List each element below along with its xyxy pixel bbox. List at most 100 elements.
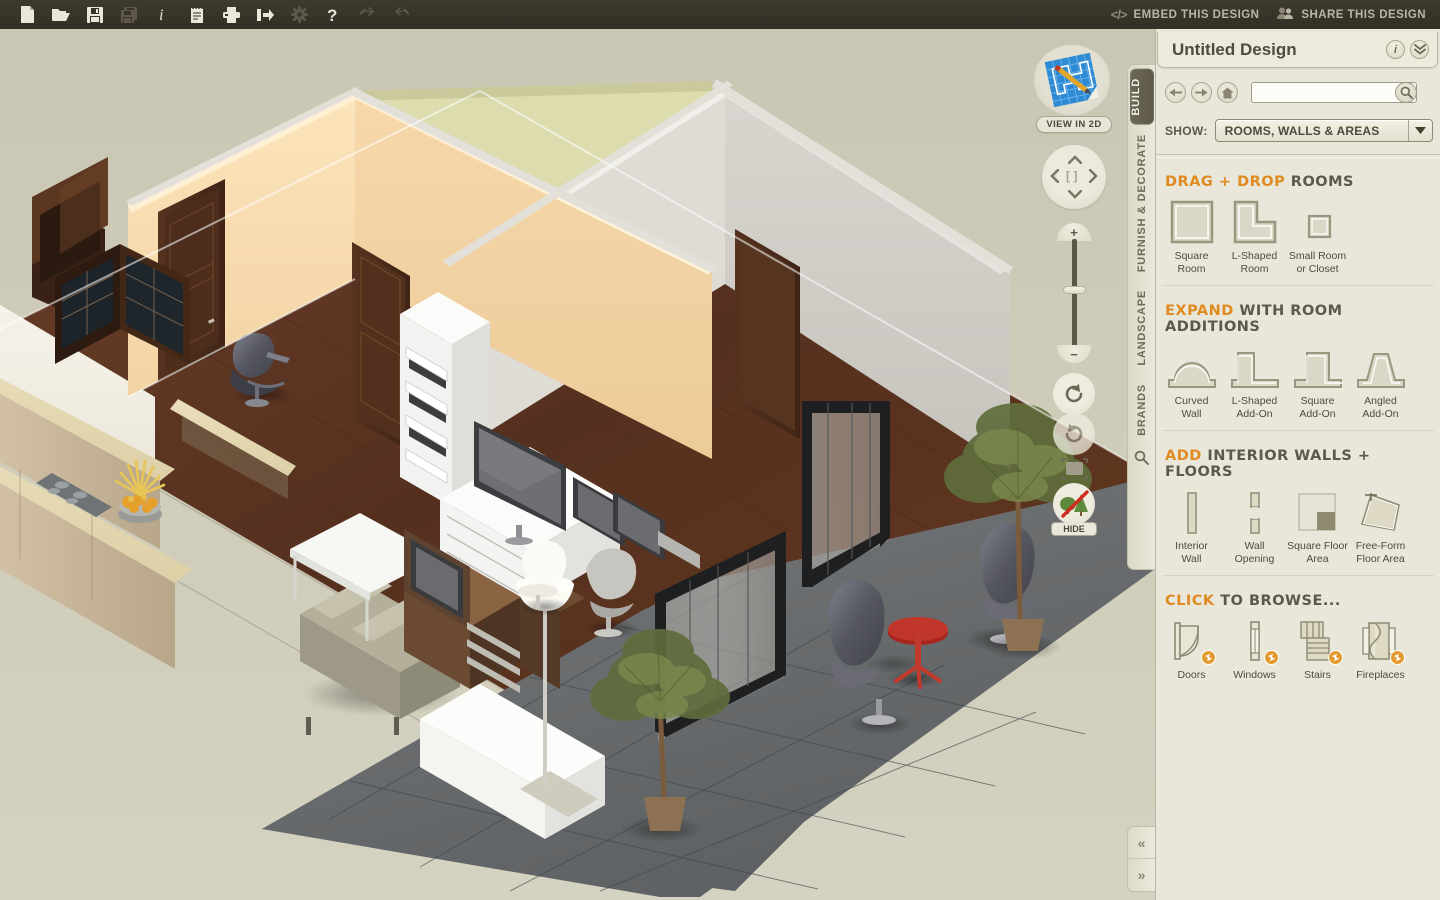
tile-interior-wall[interactable]: Interior Wall <box>1160 489 1223 565</box>
pan-down-icon[interactable] <box>1067 187 1083 202</box>
small-room-icon <box>1295 199 1341 245</box>
show-dropdown-value: ROOMS, WALLS & AREAS <box>1224 123 1380 138</box>
tile-label: Free-Form Floor Area <box>1355 540 1406 565</box>
mode-tab-landscape[interactable]: LANDSCAPE <box>1136 281 1148 375</box>
tile-square-floor-area[interactable]: Square Floor Area <box>1286 489 1349 565</box>
stairs-icon <box>1295 618 1343 665</box>
browse-badge-icon <box>1327 650 1343 665</box>
tile-small-room-closet[interactable]: Small Room or Closet <box>1286 199 1349 275</box>
fireplace-icon <box>1359 618 1405 665</box>
mode-tab-build[interactable]: BUILD <box>1129 69 1154 125</box>
interior-wall-icon <box>1172 489 1212 535</box>
view-in-2d-button[interactable]: VIEW IN 2D <box>1036 116 1112 133</box>
code-icon: </> <box>1110 7 1128 22</box>
browse-badge-icon <box>1263 650 1279 665</box>
show-label: SHOW: <box>1165 123 1208 138</box>
show-dropdown[interactable]: ROOMS, WALLS & AREAS <box>1214 119 1433 142</box>
view-in-2d-thumbnail[interactable] <box>1034 45 1110 115</box>
free-form-floor-icon <box>1357 489 1405 535</box>
section-heading: ADD INTERIOR WALLS + FLOORS <box>1156 448 1440 480</box>
zoom-slider[interactable]: + − <box>1054 223 1094 363</box>
tile-label: Square Add-On <box>1299 395 1336 420</box>
tile-fireplaces[interactable]: Fireplaces <box>1349 618 1412 682</box>
search-input[interactable] <box>1252 86 1392 99</box>
nav-forward-button[interactable] <box>1191 82 1212 103</box>
section-interior-walls-floors: ADD INTERIOR WALLS + FLOORS Interior Wal… <box>1156 436 1440 581</box>
section-click-to-browse: CLICK TO BROWSE... Doors Windows Stairs … <box>1156 581 1440 687</box>
angled-addon-icon <box>1355 344 1407 390</box>
tile-doors[interactable]: Doors <box>1160 618 1223 682</box>
pan-up-icon[interactable] <box>1067 152 1083 167</box>
pan-direction-pad[interactable]: [ ] <box>1042 145 1106 209</box>
panel-divider-highlight <box>1156 157 1440 158</box>
panel-title-buttons: i <box>1386 40 1429 59</box>
embed-design-link[interactable]: </> EMBED THIS DESIGN <box>1111 7 1260 22</box>
tile-square-addon[interactable]: Square Add-On <box>1286 344 1349 420</box>
help-icon[interactable]: ? <box>316 0 350 29</box>
pan-center-reset-icon[interactable]: [ ] <box>1066 170 1077 182</box>
rotate-counterclockwise-icon[interactable] <box>1053 373 1095 415</box>
info-icon[interactable]: i <box>146 0 180 29</box>
square-addon-icon <box>1292 344 1344 390</box>
l-shaped-room-icon <box>1232 199 1278 245</box>
notepad-icon[interactable] <box>180 0 214 29</box>
tile-row: Interior Wall Wall Opening Square Floor … <box>1156 489 1440 565</box>
tile-l-shaped-addon[interactable]: L-Shaped Add-On <box>1223 344 1286 420</box>
nav-back-button[interactable] <box>1165 82 1186 103</box>
tile-curved-wall[interactable]: Curved Wall <box>1160 344 1223 420</box>
panel-navigation-row <box>1165 82 1433 103</box>
l-shaped-addon-icon <box>1229 344 1281 390</box>
share-design-link[interactable]: SHARE THIS DESIGN <box>1277 7 1426 23</box>
save-icon[interactable] <box>78 0 112 29</box>
tile-label: Windows <box>1233 669 1276 681</box>
tile-label: Wall Opening <box>1234 540 1275 565</box>
fit-to-screen-icon[interactable] <box>1053 453 1095 485</box>
open-folder-icon[interactable] <box>44 0 78 29</box>
build-palette-sections: DRAG + DROP ROOMS Square Room L-Shaped R… <box>1156 162 1440 687</box>
save-as-icon <box>112 0 146 29</box>
mode-tab-furnish[interactable]: FURNISH & DECORATE <box>1136 125 1148 281</box>
info-circle-icon[interactable]: i <box>1386 40 1405 59</box>
tile-label: L-Shaped Room <box>1231 250 1278 275</box>
pan-right-icon[interactable] <box>1088 168 1098 186</box>
design-canvas[interactable]: VIEW IN 2D [ ] + − HIDE <box>0 29 1155 900</box>
share-design-label: SHARE THIS DESIGN <box>1301 8 1426 21</box>
chevron-down-icon[interactable] <box>1408 120 1432 141</box>
section-divider <box>1162 430 1434 431</box>
print-icon[interactable] <box>214 0 248 29</box>
svg-text:i: i <box>159 7 163 23</box>
zoom-out-button[interactable]: − <box>1057 345 1091 363</box>
tile-free-form-floor-area[interactable]: Free-Form Floor Area <box>1349 489 1412 565</box>
svg-text:?: ? <box>327 6 337 23</box>
hide-landscape-icon[interactable] <box>1053 483 1095 525</box>
panel-divider <box>1156 154 1440 155</box>
mode-tab-strip: BUILD FURNISH & DECORATE LANDSCAPE BRAND… <box>1127 64 1155 570</box>
tile-row: Doors Windows Stairs Fireplaces <box>1156 618 1440 682</box>
tile-stairs[interactable]: Stairs <box>1286 618 1349 682</box>
section-heading: CLICK TO BROWSE... <box>1156 593 1440 609</box>
collapse-left-button[interactable]: « <box>1128 827 1155 859</box>
new-document-icon[interactable] <box>10 0 44 29</box>
tile-windows[interactable]: Windows <box>1223 618 1286 682</box>
search-icon[interactable] <box>1134 450 1149 470</box>
section-divider <box>1162 575 1434 576</box>
rotate-clockwise-icon[interactable] <box>1053 413 1095 455</box>
export-icon[interactable] <box>248 0 282 29</box>
tile-square-room[interactable]: Square Room <box>1160 199 1223 275</box>
tile-row: Square Room L-Shaped Room Small Room or … <box>1156 199 1440 275</box>
tile-label: Doors <box>1177 669 1206 681</box>
collapse-right-button[interactable]: » <box>1128 859 1155 891</box>
chevron-double-down-icon[interactable] <box>1410 40 1429 59</box>
tile-l-shaped-room[interactable]: L-Shaped Room <box>1223 199 1286 275</box>
pan-left-icon[interactable] <box>1050 168 1060 186</box>
search-field-container[interactable] <box>1251 82 1417 103</box>
tile-wall-opening[interactable]: Wall Opening <box>1223 489 1286 565</box>
search-submit-icon[interactable] <box>1395 82 1417 103</box>
tile-angled-addon[interactable]: Angled Add-On <box>1349 344 1412 420</box>
zoom-slider-handle[interactable] <box>1063 286 1086 294</box>
section-heading: EXPAND WITH ROOM ADDITIONS <box>1156 303 1440 335</box>
mode-tab-brands[interactable]: BRANDS <box>1136 375 1148 445</box>
section-heading-highlight: ADD <box>1165 448 1202 464</box>
show-filter-row: SHOW: ROOMS, WALLS & AREAS <box>1165 119 1433 142</box>
home-icon[interactable] <box>1217 82 1238 103</box>
